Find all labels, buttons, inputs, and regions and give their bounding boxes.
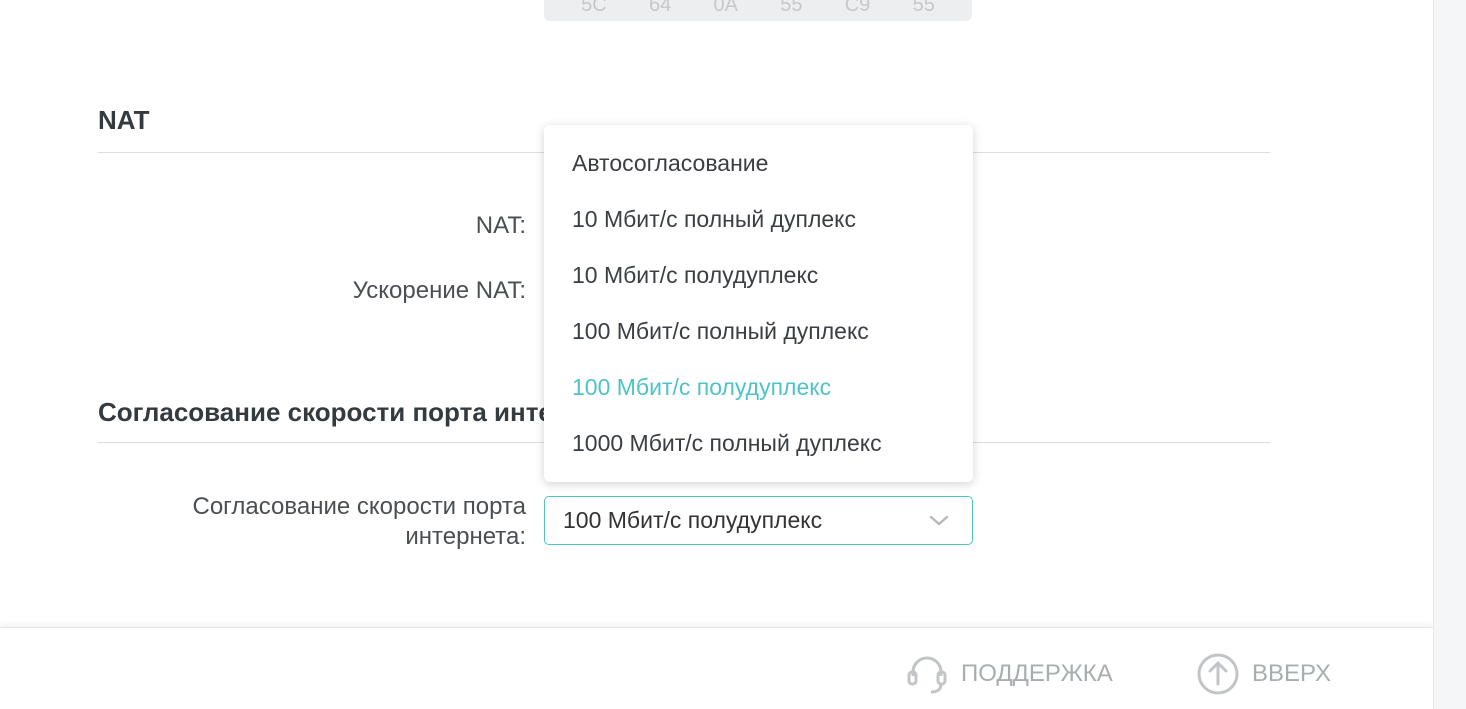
mac-byte: C9 [844, 0, 871, 16]
mac-byte: 55 [780, 0, 803, 16]
port-speed-label-line1: Согласование скорости порта [192, 493, 527, 520]
port-speed-select[interactable]: 100 Мбит/с полудуплекс [544, 496, 973, 545]
port-speed-label-line2: интернета: [405, 523, 526, 550]
nat-label: NAT: [475, 212, 526, 239]
page-footer: ПОДДЕРЖКА ВВЕРХ [0, 627, 1433, 709]
dropdown-option-100-full[interactable]: 100 Мбит/с полный дуплекс [544, 303, 973, 359]
mac-byte: 64 [648, 0, 672, 16]
dropdown-option-10-half[interactable]: 10 Мбит/с полудуплекс [544, 247, 973, 303]
dropdown-option-10-full[interactable]: 10 Мбит/с полный дуплекс [544, 191, 973, 247]
scrollbar-track[interactable] [1433, 0, 1466, 709]
support-label: ПОДДЕРЖКА [961, 660, 1113, 687]
mac-address-row: 5C 64 0A 55 C9 55 [544, 0, 972, 21]
support-link[interactable]: ПОДДЕРЖКА [905, 652, 1113, 696]
mac-byte: 55 [912, 0, 935, 16]
nat-acceleration-label: Ускорение NAT: [352, 277, 526, 304]
chevron-down-icon [929, 515, 949, 526]
mac-byte: 0A [713, 0, 738, 16]
mac-byte: 5C [581, 0, 607, 16]
dropdown-option-auto[interactable]: Автосогласование [544, 135, 973, 191]
headset-icon [907, 656, 947, 694]
settings-page: 5C 64 0A 55 C9 55 NAT NAT: Ускорение NAT… [0, 0, 1466, 709]
arrow-up-circle-icon [1197, 653, 1239, 695]
dropdown-option-1000-full[interactable]: 1000 Мбит/с полный дуплекс [544, 415, 973, 471]
nat-section-title: NAT [98, 105, 150, 135]
back-to-top-link[interactable]: ВВЕРХ [1196, 652, 1331, 696]
port-speed-field-label: Согласование скорости порта интернета: [193, 492, 527, 552]
dropdown-option-100-half[interactable]: 100 Мбит/с полудуплекс [544, 359, 973, 415]
port-speed-selected-value: 100 Мбит/с полудуплекс [563, 507, 823, 533]
port-speed-dropdown-menu: Автосогласование 10 Мбит/с полный дуплек… [544, 125, 973, 482]
back-to-top-label: ВВЕРХ [1252, 660, 1331, 687]
